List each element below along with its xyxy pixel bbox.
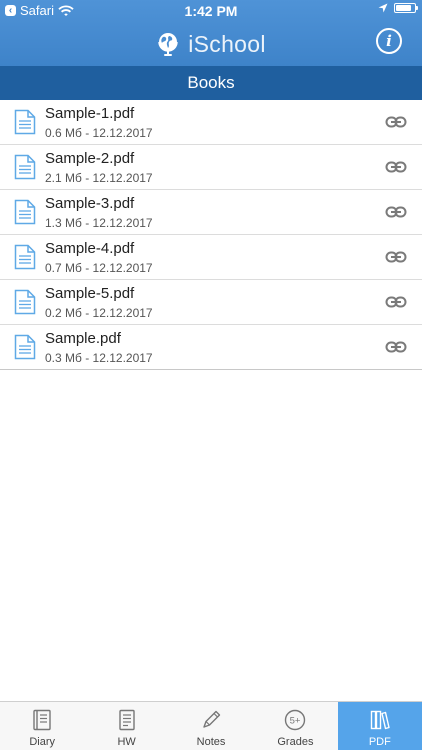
document-icon [14,334,36,360]
diary-icon [33,709,51,731]
document-icon [14,199,36,225]
file-name: Sample-1.pdf [45,105,135,122]
battery-level [396,5,412,11]
file-meta: 0.3 Мб - 12.12.2017 [45,351,153,365]
link-icon[interactable] [385,114,407,130]
tab-pdf-label: PDF [368,736,391,748]
file-meta: 0.6 Мб - 12.12.2017 [45,126,153,140]
file-name: Sample.pdf [45,330,121,347]
list-item[interactable]: Sample-1.pdf 0.6 Мб - 12.12.2017 [0,100,422,145]
file-name: Sample-4.pdf [45,240,135,257]
tab-diary[interactable]: Diary [0,702,84,750]
link-icon[interactable] [385,249,407,265]
top-bar: ‹ Safari 1:42 PM iSchool i [0,0,422,66]
pencil-icon [203,710,221,728]
list-item[interactable]: Sample-5.pdf 0.2 Мб - 12.12.2017 [0,280,422,325]
tab-pdf[interactable]: PDF [337,702,422,750]
tab-hw[interactable]: HW [84,702,168,750]
file-meta: 1.3 Мб - 12.12.2017 [45,216,153,230]
tab-grades-label: Grades [277,736,314,748]
tab-bar: Diary HW Notes 5+ Grades PDF [0,701,422,750]
clock: 1:42 PM [184,3,238,19]
link-icon[interactable] [385,204,407,220]
section-title: Books [0,66,422,100]
file-meta: 0.2 Мб - 12.12.2017 [45,306,153,320]
list-item[interactable]: Sample-4.pdf 0.7 Мб - 12.12.2017 [0,235,422,280]
file-name: Sample-3.pdf [45,195,135,212]
list-item[interactable]: Sample-2.pdf 2.1 Мб - 12.12.2017 [0,145,422,190]
document-icon [14,244,36,270]
tab-hw-label: HW [117,736,136,748]
homework-icon [118,709,135,731]
tab-grades[interactable]: 5+ Grades [253,702,337,750]
document-icon [14,109,36,135]
tab-notes-label: Notes [196,736,226,748]
file-list: Sample-1.pdf 0.6 Мб - 12.12.2017 Sample-… [0,100,422,370]
battery-icon [394,3,418,13]
grades-badge: 5+ [290,716,301,727]
document-icon [14,289,36,315]
link-icon[interactable] [385,339,407,355]
link-icon[interactable] [385,294,407,310]
books-icon [370,710,390,730]
status-indicators [378,3,418,13]
list-item[interactable]: Sample-3.pdf 1.3 Мб - 12.12.2017 [0,190,422,235]
document-icon [14,154,36,180]
file-name: Sample-5.pdf [45,285,135,302]
app-title: iSchool [188,30,266,57]
file-name: Sample-2.pdf [45,150,135,167]
link-icon[interactable] [385,159,407,175]
info-icon: i [386,32,392,50]
location-arrow-icon [378,3,388,13]
grades-icon: 5+ [285,709,306,731]
file-meta: 2.1 Мб - 12.12.2017 [45,171,153,185]
info-button[interactable]: i [376,28,402,54]
tab-notes[interactable]: Notes [169,702,253,750]
file-meta: 0.7 Мб - 12.12.2017 [45,261,153,275]
app-brand: iSchool [0,28,422,60]
status-bar: ‹ Safari 1:42 PM [0,0,422,22]
tab-diary-label: Diary [29,736,56,748]
list-item[interactable]: Sample.pdf 0.3 Мб - 12.12.2017 [0,325,422,370]
globe-icon [158,33,178,56]
